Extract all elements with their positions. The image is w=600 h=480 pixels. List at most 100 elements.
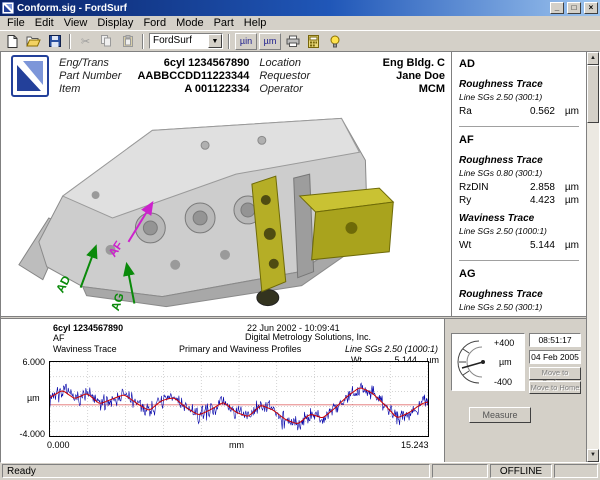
result-trace-title: Waviness Trace	[459, 213, 579, 224]
fixture-yellow-parts	[252, 176, 393, 291]
status-message: Ready	[2, 464, 430, 478]
result-sgs: Line SGs 0.80 (300:1)	[459, 168, 579, 178]
date-display: 04 Feb 2005	[529, 350, 581, 364]
result-param: Ra 0.562 µm	[459, 106, 579, 117]
plot-canvas	[50, 362, 428, 436]
y-axis-unit: µm	[27, 393, 40, 403]
maximize-button[interactable]: □	[567, 2, 581, 14]
move-to-home-button[interactable]: Move to Home	[529, 381, 581, 394]
minimize-button[interactable]: _	[550, 2, 564, 14]
move-to-surface-button[interactable]: Move to Surface	[529, 367, 581, 380]
menu-help[interactable]: Help	[239, 17, 272, 29]
gauge-unit-label: µm	[499, 357, 512, 367]
result-sgs: Line SGs 2.50 (300:1)	[459, 92, 579, 102]
result-trace-title: Roughness Trace	[459, 155, 579, 166]
result-trace-title: Roughness Trace	[459, 79, 579, 90]
y-axis-min: -4.000	[11, 429, 45, 439]
measurement-control-panel: +400 µm -400 08:51:17 04 Feb 2005 Move t…	[444, 319, 586, 462]
result-param: Ry 4.423 µm	[459, 195, 579, 206]
chart-sgs: Line SGs 2.50 (1000:1)	[345, 344, 438, 354]
unit-um-button[interactable]: µm	[259, 33, 281, 50]
scroll-up-icon[interactable]: ▲	[587, 52, 599, 65]
results-panel: AD Roughness Trace Line SGs 2.50 (300:1)…	[451, 52, 586, 316]
part-info-left: Eng/Trans 6cyl 1234567890 Part Number AA…	[59, 55, 249, 100]
menu-file[interactable]: File	[2, 17, 30, 29]
menu-edit[interactable]: Edit	[30, 17, 59, 29]
field-engtrans-value: 6cyl 1234567890	[131, 57, 249, 69]
x-axis-min: 0.000	[47, 440, 70, 450]
template-combo-value: FordSurf	[150, 34, 208, 48]
clock-display: 08:51:17	[529, 333, 581, 347]
result-group-AD: AD Roughness Trace Line SGs 2.50 (300:1)…	[459, 58, 579, 117]
field-partnumber-value: AABBCCDD11223344	[131, 70, 249, 82]
menu-view[interactable]: View	[59, 17, 93, 29]
tip-lightbulb-icon[interactable]	[325, 33, 344, 50]
menu-display[interactable]: Display	[92, 17, 138, 29]
section-divider	[459, 260, 579, 261]
toolbar-separator	[228, 34, 230, 49]
scroll-down-icon[interactable]: ▼	[587, 449, 599, 462]
part-info-right: Location Eng Bldg. C Requestor Jane Doe …	[259, 55, 445, 100]
chart-trace-type: Waviness Trace	[53, 344, 117, 354]
result-param: Wt 5.144 µm	[459, 240, 579, 251]
scrollbar-track[interactable]	[587, 123, 599, 449]
app-window: Conform.sig - FordSurf _ □ × File Edit V…	[0, 0, 600, 480]
status-bar: Ready OFFLINE	[0, 463, 600, 480]
gauge-needle	[462, 362, 483, 368]
result-group-AF: AF Roughness Trace Line SGs 0.80 (300:1)…	[459, 134, 579, 251]
field-item-label: Item	[59, 83, 121, 95]
field-engtrans-label: Eng/Trans	[59, 57, 121, 69]
print-icon[interactable]	[283, 33, 302, 50]
field-operator-label: Operator	[259, 83, 326, 95]
result-param: RzDIN 2.858 µm	[459, 182, 579, 193]
gauge-plus-label: +400	[494, 338, 514, 348]
copy-icon[interactable]	[97, 33, 116, 50]
field-operator-value: MCM	[337, 83, 445, 95]
calculator-icon[interactable]	[304, 33, 323, 50]
probe-position-gauge: +400 µm -400	[451, 333, 525, 391]
top-row: Eng/Trans 6cyl 1234567890 Part Number AA…	[1, 52, 586, 316]
model-3d-view[interactable]: AD AF AG	[1, 100, 451, 316]
bottom-row: 6cyl 1234567890 AF Waviness Trace Primar…	[1, 319, 586, 462]
toolbar: ✂ FordSurf ▼ µin µm	[0, 30, 600, 51]
menu-ford[interactable]: Ford	[138, 17, 171, 29]
field-item-value: A 001122334	[131, 83, 249, 95]
x-axis-label: mm	[229, 440, 244, 450]
field-partnumber-label: Part Number	[59, 70, 121, 82]
paste-icon[interactable]	[118, 33, 137, 50]
save-icon[interactable]	[45, 33, 64, 50]
window-title: Conform.sig - FordSurf	[17, 3, 547, 14]
status-offline-indicator: OFFLINE	[490, 464, 552, 478]
result-id: AF	[459, 134, 579, 146]
toolbar-separator	[69, 34, 71, 49]
open-folder-icon[interactable]	[24, 33, 43, 50]
result-sgs: Line SGs 2.50 (1000:1)	[459, 226, 579, 236]
menu-part[interactable]: Part	[209, 17, 239, 29]
chart-company: Digital Metrology Solutions, Inc.	[245, 332, 371, 342]
close-button[interactable]: ×	[584, 2, 598, 14]
result-id: AD	[459, 58, 579, 70]
y-axis-max: 6.000	[11, 357, 45, 367]
measure-button[interactable]: Measure	[469, 407, 531, 423]
scrollbar-thumb[interactable]	[587, 65, 599, 123]
gauge-minus-label: -400	[494, 377, 512, 387]
cut-icon[interactable]: ✂	[76, 33, 95, 50]
plot-frame	[49, 361, 429, 437]
combo-dropdown-icon[interactable]: ▼	[208, 34, 222, 48]
company-logo	[11, 55, 49, 97]
menu-mode[interactable]: Mode	[171, 17, 209, 29]
status-panel-empty	[554, 464, 598, 478]
new-document-icon[interactable]	[3, 33, 22, 50]
template-combo[interactable]: FordSurf ▼	[149, 33, 223, 49]
title-bar[interactable]: Conform.sig - FordSurf _ □ ×	[0, 0, 600, 16]
toolbar-separator	[142, 34, 144, 49]
document-client: Eng/Trans 6cyl 1234567890 Part Number AA…	[0, 51, 600, 463]
unit-uin-button[interactable]: µin	[235, 33, 257, 50]
chart-part-id: 6cyl 1234567890	[53, 323, 123, 333]
document-area: Eng/Trans 6cyl 1234567890 Part Number AA…	[1, 52, 451, 316]
status-panel-empty	[432, 464, 488, 478]
result-sgs: Line SGs 2.50 (300:1)	[459, 302, 579, 312]
result-id: AG	[459, 268, 579, 280]
vertical-scrollbar[interactable]: ▲ ▼	[586, 52, 599, 462]
result-group-AG: AG Roughness Trace Line SGs 2.50 (300:1)…	[459, 268, 579, 316]
